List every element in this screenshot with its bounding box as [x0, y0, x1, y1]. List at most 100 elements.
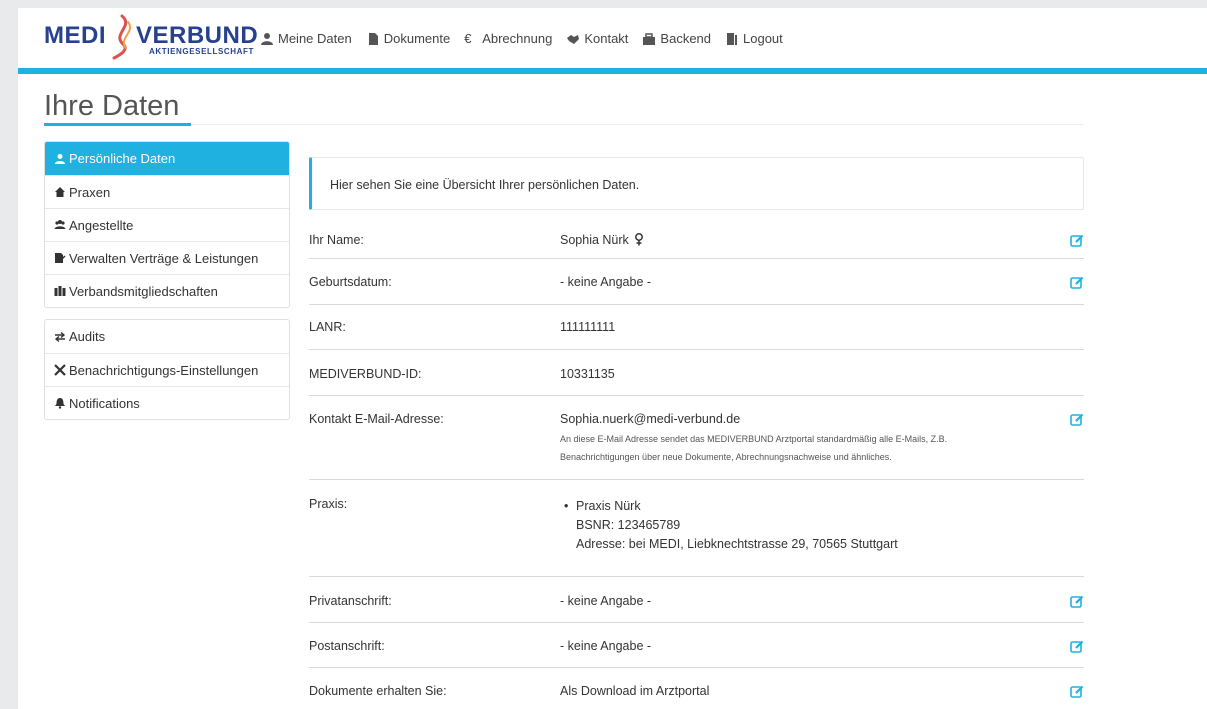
row-mediverbund-id: MEDIVERBUND-ID: 10331135	[309, 350, 1084, 396]
row-name: Ihr Name: Sophia Nürk	[309, 219, 1084, 259]
sidebar-group-main: Persönliche Daten Praxen Angestellte Ver…	[44, 141, 290, 308]
row-geburtsdatum: Geburtsdatum: - keine Angabe -	[309, 259, 1084, 305]
sidebar-item-label: Verbandsmitgliedschaften	[69, 283, 218, 299]
logo-word-verbund: VERBUND	[136, 22, 259, 49]
edit-birthdate-icon[interactable]	[1070, 275, 1084, 289]
praxis-address: Adresse: bei MEDI, Liebknechtstrasse 29,…	[576, 537, 898, 551]
sidebar-item-praxen[interactable]: Praxen	[45, 175, 289, 208]
row-dokumente: Dokumente erhalten Sie: Als Download im …	[309, 668, 1084, 709]
title-underline	[44, 123, 191, 126]
nav-abrechnung[interactable]: € Abrechnung	[464, 31, 552, 46]
edit-private-address-icon[interactable]	[1070, 594, 1084, 608]
sidebar-item-notifications[interactable]: Notifications	[45, 386, 289, 419]
row-label: Privatanschrift:	[309, 594, 392, 608]
email-note: An diese E-Mail Adresse sendet das MEDIV…	[560, 430, 1060, 467]
sidebar-item-benachrichtigungs-einstellungen[interactable]: Benachrichtigungs-Einstellungen	[45, 353, 289, 386]
brand-logo[interactable]: MEDI VERBUND AKTIENGESELLSCHAFT	[44, 14, 258, 60]
nav-label: Meine Daten	[278, 31, 352, 46]
row-value: 10331135	[560, 367, 615, 381]
handshake-icon	[567, 34, 580, 44]
top-bar: MEDI VERBUND AKTIENGESELLSCHAFT Meine Da…	[18, 8, 1207, 68]
sidebar-item-label: Verwalten Verträge & Leistungen	[69, 250, 259, 266]
sidebar: Persönliche Daten Praxen Angestellte Ver…	[44, 141, 290, 420]
sidebar-item-label: Notifications	[69, 395, 140, 411]
edit-documents-icon[interactable]	[1070, 684, 1084, 698]
female-icon	[635, 233, 644, 246]
sidebar-item-angestellte[interactable]: Angestellte	[45, 208, 289, 241]
praxis-list-item: Praxis Nürk BSNR: 123465789 Adresse: bei…	[560, 497, 898, 554]
row-lanr: LANR: 111111111	[309, 305, 1084, 350]
file-icon	[368, 32, 378, 45]
row-label: Praxis:	[309, 497, 348, 511]
euro-icon: €	[464, 30, 472, 46]
logo-flame-icon	[112, 14, 131, 60]
file-signature-icon	[55, 253, 66, 263]
nav-meine-daten[interactable]: Meine Daten	[260, 31, 352, 46]
email-note-line1: An diese E-Mail Adresse sendet das MEDIV…	[560, 434, 948, 444]
building-icon	[54, 286, 66, 296]
nav-backend[interactable]: Backend	[642, 31, 711, 46]
header-accent-bar	[18, 68, 1207, 74]
name-value: Sophia Nürk	[560, 233, 629, 247]
row-value: - keine Angabe -	[560, 594, 652, 608]
row-label: Dokumente erhalten Sie:	[309, 684, 447, 698]
row-value-name: Sophia Nürk	[560, 233, 644, 247]
nav-label: Logout	[743, 31, 783, 46]
row-email: Kontakt E-Mail-Adresse: Sophia.nuerk@med…	[309, 396, 1084, 480]
info-callout: Hier sehen Sie eine Übersicht Ihrer pers…	[309, 157, 1084, 210]
praxis-list: Praxis Nürk BSNR: 123465789 Adresse: bei…	[560, 497, 898, 554]
toolbox-icon	[643, 32, 656, 45]
nav-label: Backend	[660, 31, 712, 46]
sidebar-group-extra: Audits Benachrichtigungs-Einstellungen N…	[44, 319, 290, 420]
row-value: - keine Angabe -	[560, 275, 652, 289]
row-value: 111111111	[560, 320, 616, 334]
row-value-praxis: Praxis Nürk BSNR: 123465789 Adresse: bei…	[560, 497, 898, 554]
edit-postal-address-icon[interactable]	[1070, 639, 1084, 653]
main-nav: Meine Daten Dokumente € Abrechnung Konta…	[260, 31, 797, 46]
edit-email-icon[interactable]	[1070, 412, 1084, 426]
nav-dokumente[interactable]: Dokumente	[366, 31, 450, 46]
sidebar-item-label: Benachrichtigungs-Einstellungen	[69, 362, 259, 378]
email-value: Sophia.nuerk@medi-verbund.de	[560, 412, 741, 426]
nav-label: Dokumente	[383, 31, 451, 46]
row-label: Kontakt E-Mail-Adresse:	[309, 412, 444, 426]
sidebar-item-label: Praxen	[69, 184, 111, 200]
row-label: MEDIVERBUND-ID:	[309, 367, 422, 381]
users-icon	[54, 220, 66, 229]
row-privatanschrift: Privatanschrift: - keine Angabe -	[309, 577, 1084, 623]
row-label: Ihr Name:	[309, 233, 364, 247]
sidebar-item-audits[interactable]: Audits	[45, 320, 289, 353]
info-text: Hier sehen Sie eine Übersicht Ihrer pers…	[330, 178, 640, 192]
bell-icon	[55, 398, 65, 409]
sidebar-item-label: Angestellte	[69, 217, 134, 233]
edit-name-icon[interactable]	[1070, 233, 1084, 247]
tools-icon	[54, 364, 66, 376]
nav-kontakt[interactable]: Kontakt	[566, 31, 628, 46]
sidebar-item-verbandsmitgliedschaften[interactable]: Verbandsmitgliedschaften	[45, 274, 289, 307]
page: MEDI VERBUND AKTIENGESELLSCHAFT Meine Da…	[18, 8, 1207, 709]
praxis-name: Praxis Nürk	[576, 499, 641, 513]
sidebar-item-persoenliche-daten[interactable]: Persönliche Daten	[45, 142, 289, 175]
door-open-icon	[727, 32, 738, 45]
house-icon	[55, 187, 65, 197]
user-icon	[261, 32, 273, 45]
nav-label: Kontakt	[584, 31, 629, 46]
sidebar-item-label: Audits	[69, 329, 106, 344]
row-label: LANR:	[309, 320, 346, 334]
exchange-icon	[54, 331, 66, 342]
logo-word-medi: MEDI	[44, 22, 106, 49]
praxis-bsnr: BSNR: 123465789	[576, 518, 681, 532]
sidebar-item-vertraege[interactable]: Verwalten Verträge & Leistungen	[45, 241, 289, 274]
page-title: Ihre Daten	[44, 90, 180, 122]
row-label: Geburtsdatum:	[309, 275, 392, 289]
nav-label: Abrechnung	[482, 31, 553, 46]
nav-logout[interactable]: Logout	[725, 31, 783, 46]
title-divider	[44, 124, 1084, 125]
row-postanschrift: Postanschrift: - keine Angabe -	[309, 623, 1084, 668]
email-note-line2: Benachrichtigungen über neue Dokumente, …	[560, 452, 892, 462]
row-value: Als Download im Arztportal	[560, 684, 710, 698]
row-praxis: Praxis: Praxis Nürk BSNR: 123465789 Adre…	[309, 480, 1084, 577]
logo-subtitle: AKTIENGESELLSCHAFT	[149, 47, 255, 56]
sidebar-item-label: Persönliche Daten	[69, 151, 176, 166]
row-value-email: Sophia.nuerk@medi-verbund.de An diese E-…	[560, 412, 1060, 467]
